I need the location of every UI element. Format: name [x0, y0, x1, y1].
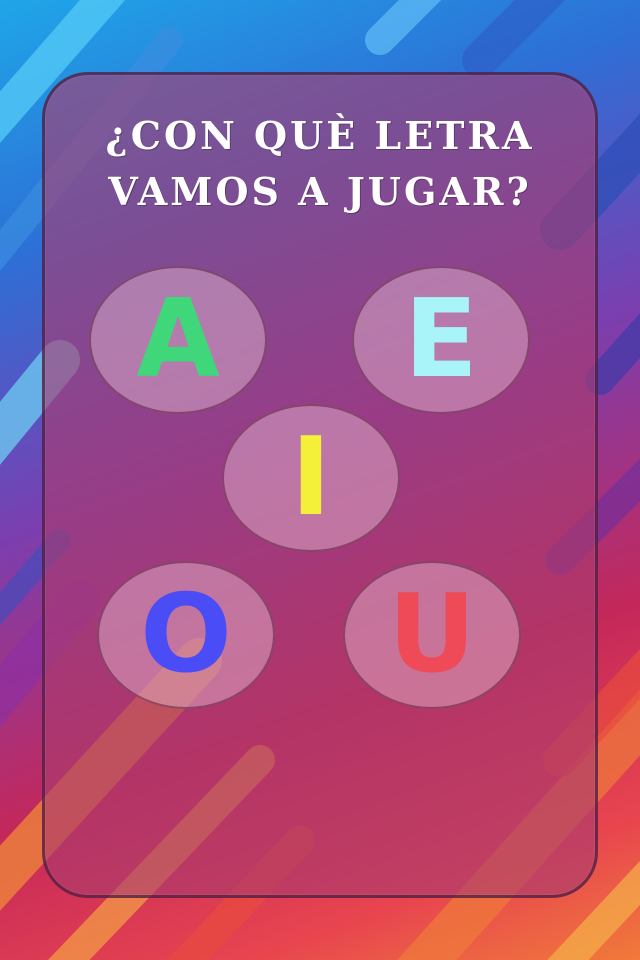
vowel-letter-e: E: [404, 277, 478, 402]
vowel-button-i[interactable]: I: [222, 404, 400, 552]
vowel-button-e[interactable]: E: [352, 266, 530, 414]
title-line-2: vamos a jugar?: [108, 169, 532, 214]
vowel-button-a[interactable]: A: [89, 266, 267, 414]
title-line-1: ¿Con què letra: [105, 113, 535, 158]
vowel-letter-o: O: [140, 572, 232, 697]
vowel-button-o[interactable]: O: [97, 561, 275, 709]
vowel-letter-i: I: [290, 415, 332, 540]
vowel-button-u[interactable]: U: [343, 561, 521, 709]
vowel-letter-a: A: [136, 277, 220, 402]
vowel-letter-u: U: [388, 572, 476, 697]
page-title: ¿Con què letra vamos a jugar?: [42, 108, 598, 220]
